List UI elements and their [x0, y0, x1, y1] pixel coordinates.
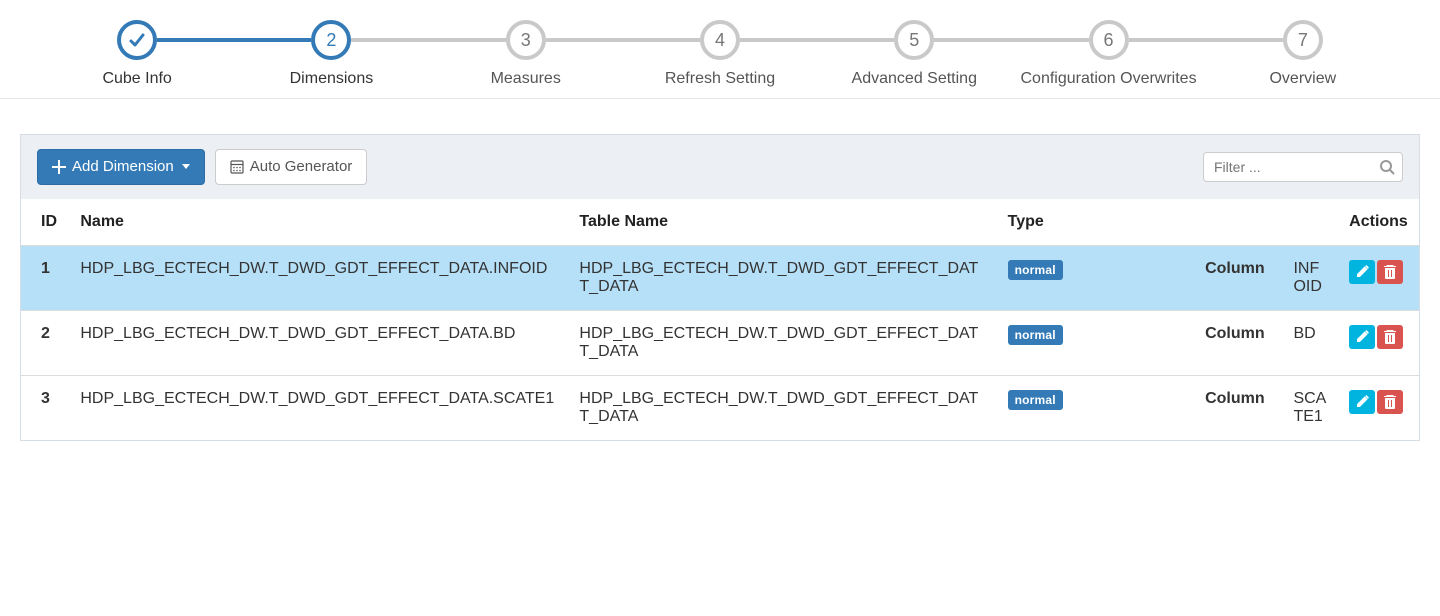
col-header-table-name: Table Name [569, 199, 997, 246]
cell-actions [1339, 245, 1419, 310]
step-circle: 6 [1089, 20, 1129, 60]
col-header-type: Type [998, 199, 1195, 246]
filter-input[interactable] [1203, 152, 1403, 182]
cell-id: 1 [21, 245, 70, 310]
cell-id: 2 [21, 310, 70, 375]
col-header-id: ID [21, 199, 70, 246]
step-3[interactable]: 3 Measures [429, 20, 623, 88]
auto-generator-button[interactable]: Auto Generator [215, 149, 368, 185]
pencil-icon [1355, 265, 1369, 279]
cell-column-label: Column [1195, 375, 1283, 440]
col-header-name: Name [70, 199, 569, 246]
cell-column-value: SCATE1 [1283, 375, 1339, 440]
add-dimension-label: Add Dimension [72, 157, 174, 177]
cell-table-name: HDP_LBG_ECTECH_DW.T_DWD_GDT_EFFECT_DAT T… [569, 310, 997, 375]
step-circle [117, 20, 157, 60]
type-badge: normal [1008, 260, 1063, 280]
trash-icon [1384, 330, 1396, 344]
cell-column-label: Column [1195, 310, 1283, 375]
cell-column-value: INFOID [1283, 245, 1339, 310]
step-6[interactable]: 6 Configuration Overwrites [1011, 20, 1205, 88]
cell-name: HDP_LBG_ECTECH_DW.T_DWD_GDT_EFFECT_DATA.… [70, 375, 569, 440]
step-circle: 2 [311, 20, 351, 60]
cell-actions [1339, 375, 1419, 440]
cell-name: HDP_LBG_ECTECH_DW.T_DWD_GDT_EFFECT_DATA.… [70, 310, 569, 375]
cell-type: normal [998, 310, 1195, 375]
cell-column-value: BD [1283, 310, 1339, 375]
calculator-icon [230, 160, 244, 174]
type-badge: normal [1008, 325, 1063, 345]
edit-button[interactable] [1349, 390, 1375, 414]
step-circle: 5 [894, 20, 934, 60]
cell-type: normal [998, 245, 1195, 310]
table-row[interactable]: 3HDP_LBG_ECTECH_DW.T_DWD_GDT_EFFECT_DATA… [21, 375, 1419, 440]
trash-icon [1384, 395, 1396, 409]
step-circle: 3 [506, 20, 546, 60]
pencil-icon [1355, 330, 1369, 344]
cell-name: HDP_LBG_ECTECH_DW.T_DWD_GDT_EFFECT_DATA.… [70, 245, 569, 310]
cell-column-label: Column [1195, 245, 1283, 310]
check-icon [127, 30, 147, 50]
table-row[interactable]: 1HDP_LBG_ECTECH_DW.T_DWD_GDT_EFFECT_DATA… [21, 245, 1419, 310]
edit-button[interactable] [1349, 260, 1375, 284]
step-label: Configuration Overwrites [1021, 70, 1197, 88]
step-label: Dimensions [290, 70, 374, 88]
step-5[interactable]: 5 Advanced Setting [817, 20, 1011, 88]
step-label: Overview [1269, 70, 1336, 88]
cell-table-name: HDP_LBG_ECTECH_DW.T_DWD_GDT_EFFECT_DAT T… [569, 245, 997, 310]
cell-type: normal [998, 375, 1195, 440]
step-circle: 4 [700, 20, 740, 60]
step-label: Measures [491, 70, 561, 88]
dimensions-table: ID Name Table Name Type Actions 1HDP_LBG… [21, 199, 1419, 440]
cell-id: 3 [21, 375, 70, 440]
delete-button[interactable] [1377, 390, 1403, 414]
plus-icon [52, 160, 66, 174]
type-badge: normal [1008, 390, 1063, 410]
edit-button[interactable] [1349, 325, 1375, 349]
delete-button[interactable] [1377, 325, 1403, 349]
trash-icon [1384, 265, 1396, 279]
step-circle: 7 [1283, 20, 1323, 60]
cell-actions [1339, 310, 1419, 375]
delete-button[interactable] [1377, 260, 1403, 284]
dimensions-panel: Add Dimension Auto Generator [20, 134, 1420, 441]
col-header-actions: Actions [1339, 199, 1419, 246]
auto-generator-label: Auto Generator [250, 157, 353, 177]
step-1[interactable]: Cube Info [40, 20, 234, 88]
pencil-icon [1355, 395, 1369, 409]
chevron-down-icon [182, 164, 190, 169]
step-2[interactable]: 2 Dimensions [234, 20, 428, 88]
wizard-stepper: Cube Info 2 Dimensions 3 Measures 4 Refresh Se… [0, 0, 1440, 99]
step-7[interactable]: 7 Overview [1206, 20, 1400, 88]
dimensions-toolbar: Add Dimension Auto Generator [21, 135, 1419, 199]
cell-table-name: HDP_LBG_ECTECH_DW.T_DWD_GDT_EFFECT_DAT T… [569, 375, 997, 440]
step-label: Advanced Setting [852, 70, 977, 88]
step-label: Refresh Setting [665, 70, 775, 88]
step-label: Cube Info [102, 70, 171, 88]
table-row[interactable]: 2HDP_LBG_ECTECH_DW.T_DWD_GDT_EFFECT_DATA… [21, 310, 1419, 375]
add-dimension-button[interactable]: Add Dimension [37, 149, 205, 185]
step-4[interactable]: 4 Refresh Setting [623, 20, 817, 88]
filter-input-wrap [1203, 152, 1403, 182]
